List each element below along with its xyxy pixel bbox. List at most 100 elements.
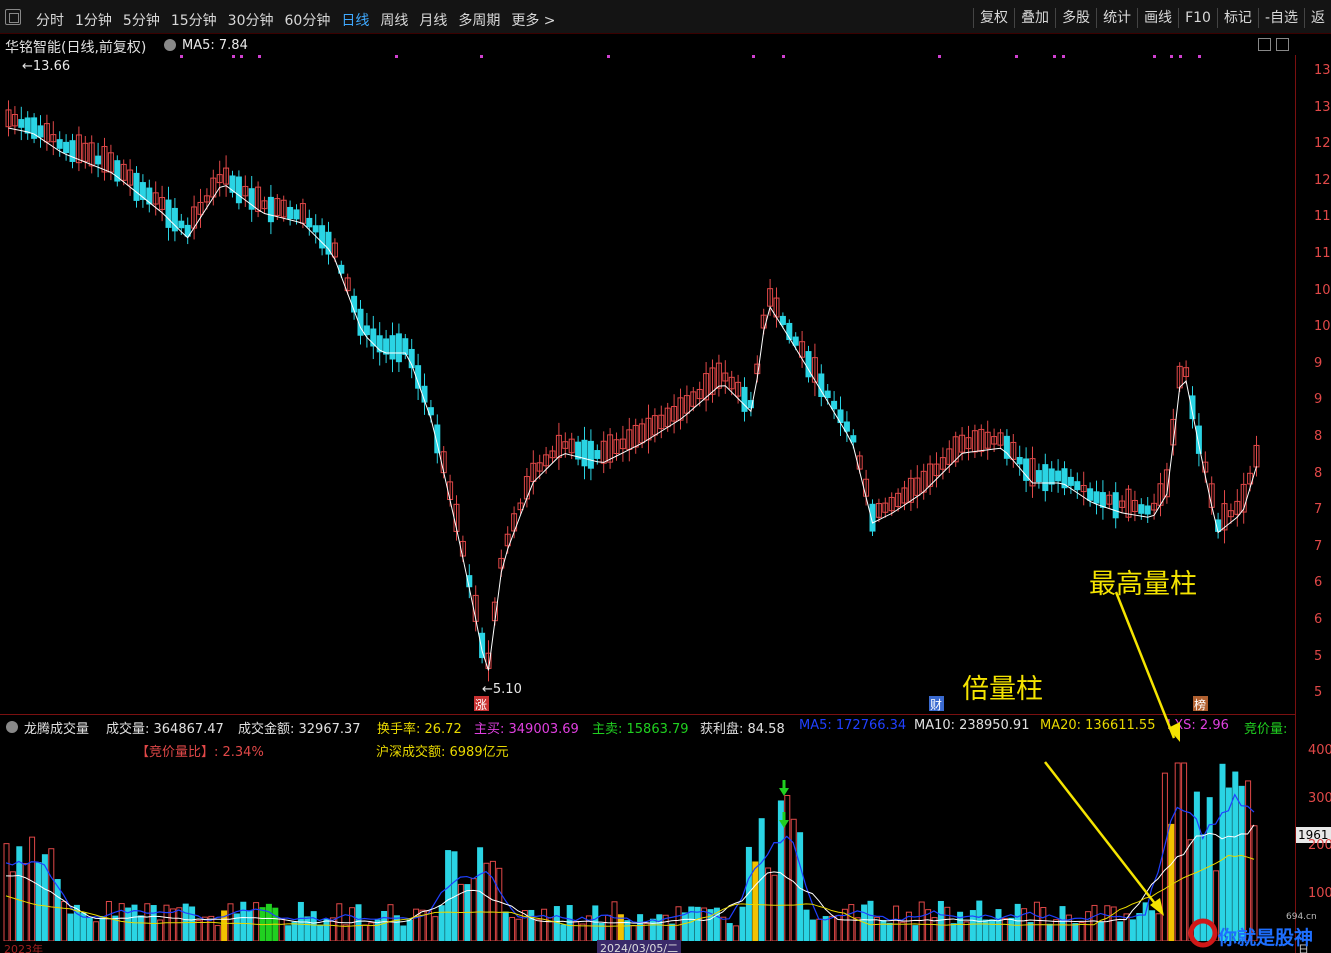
volume-bar [701,907,708,941]
volume-bar [387,904,394,941]
tool-button-6[interactable]: 标记 [1216,8,1258,28]
volume-indicator-header: 龙腾成交量 成交量: 364867.47 成交金额: 32967.37 换手率: 26… [0,714,1295,737]
volume-bar [227,903,234,941]
candle-body [235,176,242,204]
signal-dot [938,55,941,58]
settings-icon[interactable] [164,39,176,51]
volume-chart[interactable]: 123456 [0,760,1295,941]
volume-bar [649,918,656,941]
period-tab-3[interactable]: 15分钟 [171,10,217,30]
volume-bar [201,916,208,941]
event-tag-label: 涨 [475,697,487,712]
signal-dot [752,55,755,58]
period-tab-8[interactable]: 月线 [419,10,447,30]
candle-body [1093,491,1100,504]
volume-bar [995,909,1002,941]
window-icon[interactable] [5,9,21,25]
volume-header-item: 竞价量: [1244,722,1288,737]
volume-axis-label: 400 [1308,743,1331,758]
volume-bar [1168,823,1175,941]
period-tab-6[interactable]: 日线 [341,10,369,30]
tool-button-1[interactable]: 叠加 [1014,8,1055,28]
candle-body [376,335,383,353]
volume-header-item: 主买: 349003.69 [474,722,579,737]
volume-bar [515,918,522,941]
restore-icon[interactable] [1258,38,1271,51]
tool-button-7[interactable]: -自选 [1257,8,1304,28]
volume-bar [579,923,586,941]
candle-body [850,435,857,443]
signal-dot [1053,55,1056,58]
period-tab-4[interactable]: 30分钟 [228,10,274,30]
tool-button-0[interactable]: 复权 [973,8,1014,28]
period-tab-1[interactable]: 1分钟 [75,10,112,30]
candle-body [779,315,786,325]
candle-body [1042,464,1049,492]
price-axis-label: 10 [1314,319,1331,335]
volume-bar [1104,905,1111,941]
volume-bar [381,910,388,941]
volume-bar [361,924,368,941]
tool-button-3[interactable]: 统计 [1096,8,1137,28]
candle-body [792,336,799,346]
volume-bar [253,902,260,941]
volume-bar [3,843,10,941]
candle-body [1195,425,1202,454]
max-volume-annotation: 最高量柱 [1089,569,1197,600]
tool-button-2[interactable]: 多股 [1055,8,1096,28]
volume-bar [265,903,272,941]
tool-buttons: 复权 叠加 多股 统计 画线 F10 标记 -自选返 [973,8,1331,28]
signal-dot [395,55,398,58]
volume-bar [560,924,567,941]
volume-bar [285,925,292,941]
period-tab-0[interactable]: 分时 [36,10,64,30]
tool-button-8[interactable]: 返 [1304,8,1331,28]
tool-button-4[interactable]: 画线 [1137,8,1178,28]
volume-bar [643,922,650,941]
watermark-text: 你就是股神 [1218,927,1314,949]
volume-bar [630,925,637,941]
period-tab-10[interactable]: 更多 > [511,10,555,30]
volume-axis-label: 100 [1308,886,1331,901]
volume-bar [1238,785,1245,941]
candle-body [267,196,274,223]
period-tab-2[interactable]: 5分钟 [123,10,160,30]
indicator-gear-icon[interactable] [6,721,18,733]
period-tabs: 分时 1分钟 5分钟 15分钟 30分钟 60分钟 日线 周线 月线 多周期 更多 > [36,10,567,30]
signal-dot [232,55,235,58]
bid-ratio: 【竞价量比】: 2.34% [136,745,264,760]
tool-button-5[interactable]: F10 [1178,8,1217,28]
volume-bar [310,911,317,941]
candle-body [293,209,300,220]
volume-bar [1072,923,1079,941]
period-tab-5[interactable]: 60分钟 [285,10,331,30]
maximize-icon[interactable] [1276,38,1289,51]
volume-header-item: MA10: 238950.91 [914,718,1030,733]
volume-bar [195,920,202,941]
volume-bar [541,908,548,941]
candle-body [69,140,76,162]
event-tag-label: 财 [930,698,942,712]
candle-body [1112,492,1119,519]
volume-bar [1219,763,1226,941]
period-tab-9[interactable]: 多周期 [458,10,500,30]
volume-bar [528,909,535,941]
volume-bar [1149,910,1156,941]
volume-bar [720,916,727,941]
candlestick-chart[interactable]: ←13.66 ←5.10涨 财 榜 [0,55,1295,715]
volume-header-item: MA20: 136611.55 [1040,718,1156,733]
candle-body [581,439,588,467]
candle-body [824,390,831,399]
candle-body [1074,481,1081,491]
volume-bar [1078,922,1085,941]
candle-body [1048,468,1055,485]
down-arrow-icon [782,780,786,788]
signal-dot [1062,55,1065,58]
candle-body [229,175,236,193]
period-tab-7[interactable]: 周线 [380,10,408,30]
volume-bar [969,910,976,941]
candle-body [594,450,601,459]
volume-bar [291,921,298,941]
candle-body [587,440,594,469]
stock-title: 华铭智能(日线,前复权) [5,40,147,56]
